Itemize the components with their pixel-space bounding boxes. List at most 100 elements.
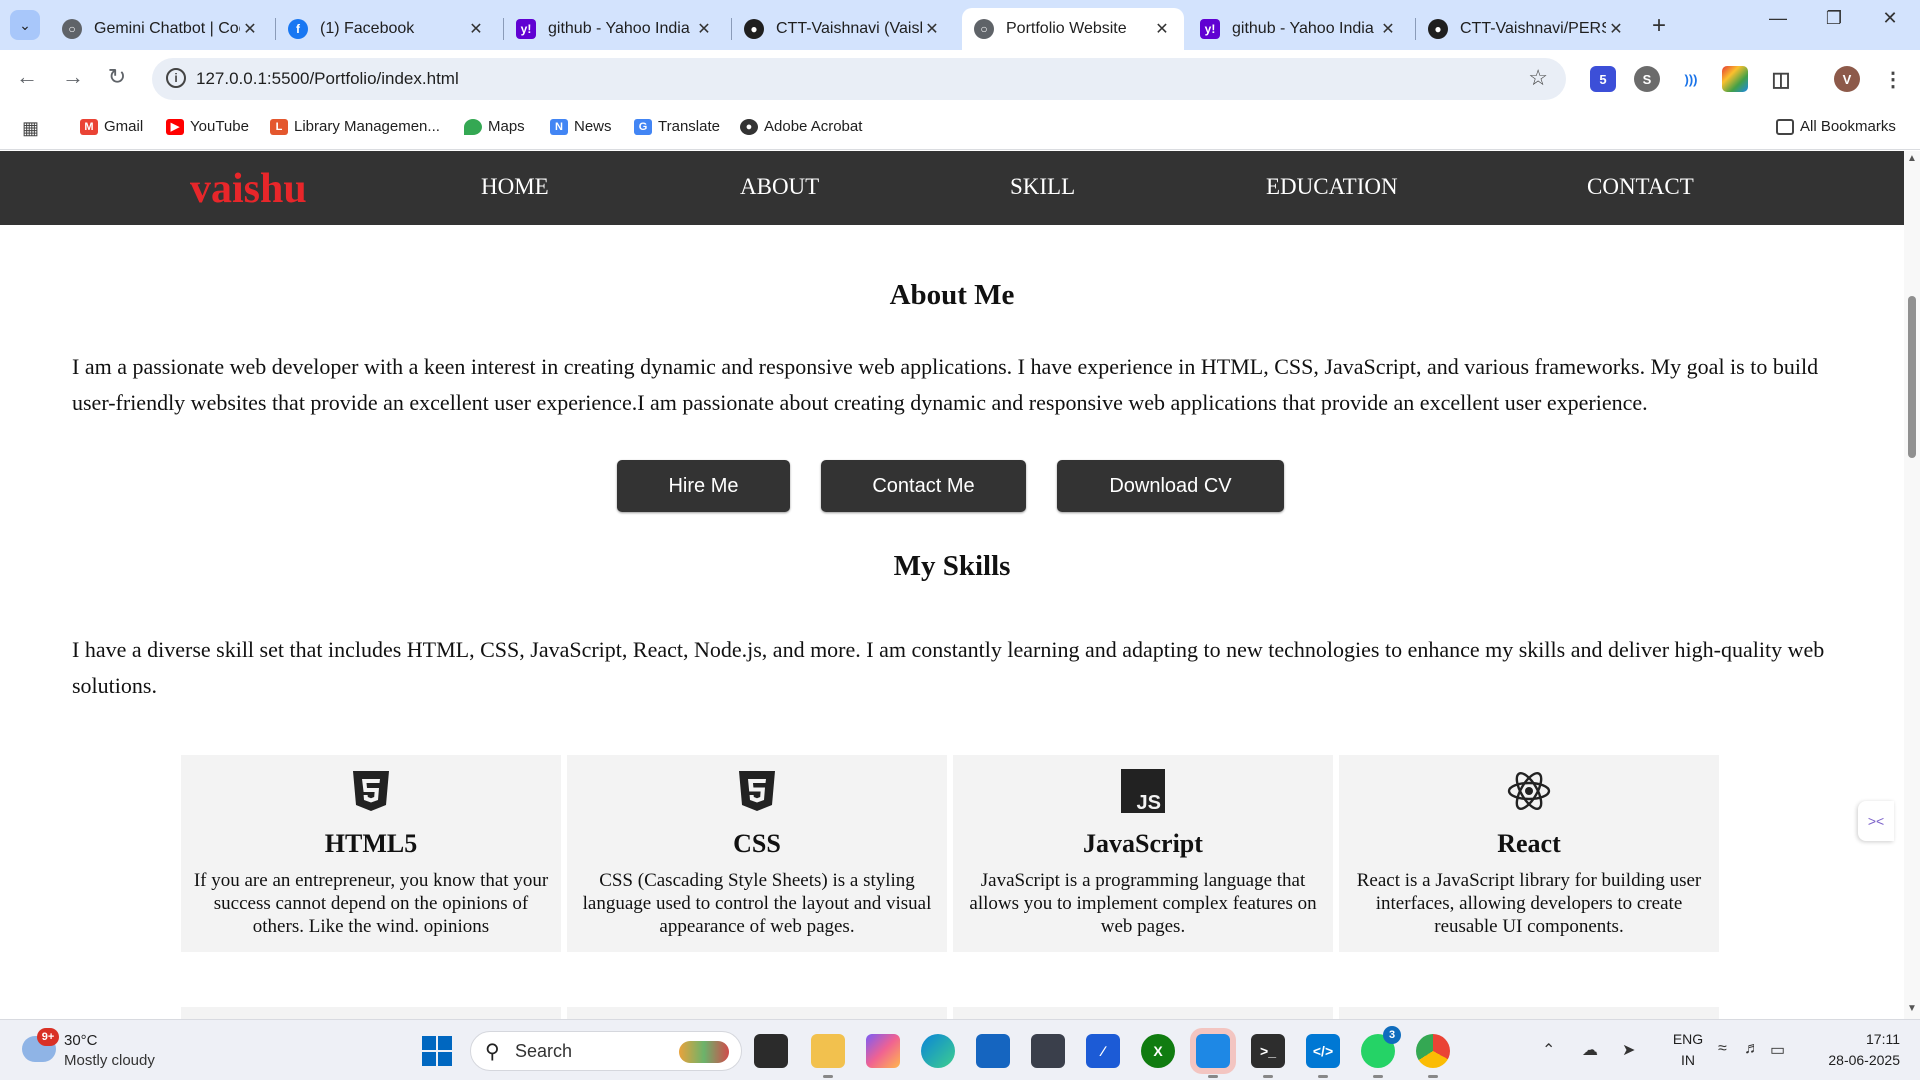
forward-button[interactable]: → <box>58 64 88 90</box>
page-scrollbar[interactable]: ▲ ▼ <box>1904 151 1920 1019</box>
battery-icon[interactable]: ▭ <box>1770 1040 1785 1060</box>
avatar[interactable]: V <box>1834 66 1860 92</box>
download-cv-button[interactable]: Download CV <box>1057 460 1284 512</box>
minimize-button[interactable]: — <box>1758 8 1798 29</box>
tab-search-button[interactable]: ⌄ <box>10 10 40 40</box>
restore-button[interactable]: ❐ <box>1814 8 1854 29</box>
extension-icon[interactable]: 5 <box>1590 66 1616 92</box>
new-tab-button[interactable]: + <box>1652 12 1666 40</box>
search-icon: ⚲ <box>485 1041 500 1063</box>
menu-icon[interactable]: ⋮ <box>1880 66 1906 92</box>
start-button[interactable] <box>422 1036 452 1066</box>
info-icon[interactable]: i <box>166 68 186 88</box>
address-bar[interactable]: i 127.0.0.1:5500/Portfolio/index.html ☆ <box>152 58 1566 100</box>
bookmark-youtube[interactable]: ▶ YouTube <box>166 118 249 135</box>
reload-icon: ↻ <box>107 64 127 89</box>
nav-skill[interactable]: SKILL <box>1010 174 1075 200</box>
nav-about[interactable]: ABOUT <box>740 174 819 200</box>
facebook-icon: f <box>288 19 308 39</box>
scroll-up-icon[interactable]: ▲ <box>1907 153 1917 164</box>
bookmark-news[interactable]: N News <box>550 118 612 135</box>
tab-facebook[interactable]: f (1) Facebook ✕ <box>276 8 498 50</box>
bookmark-label: Gmail <box>104 118 144 135</box>
location-icon[interactable]: ➤ <box>1622 1040 1635 1060</box>
close-icon[interactable]: ✕ <box>240 19 260 39</box>
close-icon[interactable]: ✕ <box>466 19 486 39</box>
taskbar-search[interactable]: ⚲ Search <box>470 1031 742 1071</box>
skill-card-description: React is a JavaScript library for buildi… <box>1356 870 1702 937</box>
star-icon[interactable]: ☆ <box>1528 65 1548 91</box>
close-icon[interactable]: ✕ <box>694 19 714 39</box>
contact-me-button[interactable]: Contact Me <box>821 460 1026 512</box>
skill-card-title: React <box>1497 829 1561 858</box>
clock-time[interactable]: 17:11 <box>1800 1031 1900 1047</box>
vscode-icon[interactable]: </> <box>1306 1034 1340 1078</box>
read-aloud-icon[interactable]: ))) <box>1678 66 1704 92</box>
bookmark-maps[interactable]: Maps <box>464 118 525 135</box>
apps-button[interactable]: ▦ <box>22 118 39 139</box>
nav-home[interactable]: HOME <box>481 174 549 200</box>
skill-card-description: CSS (Cascading Style Sheets) is a stylin… <box>582 870 932 937</box>
bookmark-gmail[interactable]: M Gmail <box>80 118 143 135</box>
weather-description[interactable]: Mostly cloudy <box>64 1052 155 1069</box>
volume-icon[interactable]: ♬ <box>1744 1040 1760 1058</box>
close-icon[interactable]: ✕ <box>1378 19 1398 39</box>
tab-yahoo-2[interactable]: y! github - Yahoo India ✕ <box>1188 8 1410 50</box>
file-explorer-icon[interactable] <box>811 1034 845 1078</box>
puzzle-icon[interactable]: ◫ <box>1768 66 1794 92</box>
app-cube-icon[interactable] <box>1031 1034 1065 1068</box>
skill-card-html5: HTML5 If you are an entrepreneur, you kn… <box>181 755 561 952</box>
close-icon[interactable]: ✕ <box>922 19 942 39</box>
restore-icon: ❐ <box>1825 8 1843 28</box>
all-bookmarks-button[interactable]: All Bookmarks <box>1776 118 1896 135</box>
taskbar: 9+ 30°C Mostly cloudy ⚲ Search ∕ X >_ </… <box>0 1019 1920 1080</box>
side-panel-widget[interactable]: >< <box>1858 801 1894 841</box>
nav-contact[interactable]: CONTACT <box>1587 174 1694 200</box>
close-window-button[interactable]: ✕ <box>1870 8 1910 29</box>
xbox-icon[interactable]: X <box>1141 1034 1175 1068</box>
onedrive-icon[interactable]: ☁ <box>1582 1040 1598 1060</box>
site-navbar: vaishu HOME ABOUT SKILL EDUCATION CONTAC… <box>0 151 1904 225</box>
remote-desktop-icon[interactable] <box>1196 1034 1230 1078</box>
chrome-icon[interactable] <box>1416 1034 1450 1078</box>
weather-temperature[interactable]: 30°C <box>64 1032 98 1049</box>
app-blue-icon[interactable]: ∕ <box>1086 1034 1120 1068</box>
wifi-icon[interactable]: ≈ <box>1718 1040 1727 1058</box>
tab-title: github - Yahoo India <box>1232 20 1374 37</box>
tab-gemini[interactable]: ○ Gemini Chatbot | Coc ✕ <box>50 8 272 50</box>
extension-circle-icon[interactable]: S <box>1634 66 1660 92</box>
whatsapp-icon[interactable]: 3 <box>1361 1026 1401 1078</box>
copilot-icon[interactable] <box>866 1034 900 1068</box>
yahoo-icon: y! <box>1200 19 1220 39</box>
back-button[interactable]: ← <box>12 64 42 90</box>
bookmark-translate[interactable]: G Translate <box>634 118 720 135</box>
bookmark-acrobat[interactable]: ● Adobe Acrobat <box>740 118 862 135</box>
tab-portfolio[interactable]: ○ Portfolio Website ✕ <box>962 8 1184 50</box>
scroll-thumb[interactable] <box>1908 296 1916 458</box>
terminal-icon[interactable]: >_ <box>1251 1034 1285 1078</box>
plus-icon: + <box>1652 12 1667 39</box>
nav-education[interactable]: EDUCATION <box>1266 174 1398 200</box>
edge-icon[interactable] <box>921 1034 955 1068</box>
reload-button[interactable]: ↻ <box>102 64 132 90</box>
scroll-down-icon[interactable]: ▼ <box>1907 1003 1917 1014</box>
language-region[interactable]: IN <box>1668 1052 1708 1068</box>
close-icon[interactable]: ✕ <box>1606 19 1626 39</box>
tab-github-2[interactable]: ● CTT-Vaishnavi/PERSC ✕ <box>1416 8 1638 50</box>
color-picker-icon[interactable] <box>1722 66 1748 92</box>
store-icon[interactable] <box>976 1034 1010 1068</box>
bookmark-library[interactable]: L Library Managemen... <box>270 118 440 135</box>
language-indicator[interactable]: ENG <box>1668 1031 1708 1047</box>
site-logo[interactable]: vaishu <box>190 165 307 213</box>
tab-title: (1) Facebook <box>320 20 415 37</box>
hire-me-button[interactable]: Hire Me <box>617 460 790 512</box>
clock-date[interactable]: 28-06-2025 <box>1800 1052 1900 1068</box>
task-view-icon[interactable] <box>754 1034 788 1068</box>
chevron-up-icon[interactable]: ⌃ <box>1542 1040 1555 1060</box>
close-icon[interactable]: ✕ <box>1152 19 1172 39</box>
tab-yahoo-1[interactable]: y! github - Yahoo India ✕ <box>504 8 726 50</box>
news-icon: N <box>550 118 568 135</box>
tab-github-1[interactable]: ● CTT-Vaishnavi (Vaish ✕ <box>732 8 954 50</box>
skill-card-next <box>953 1007 1333 1019</box>
skills-heading: My Skills <box>893 550 1011 582</box>
